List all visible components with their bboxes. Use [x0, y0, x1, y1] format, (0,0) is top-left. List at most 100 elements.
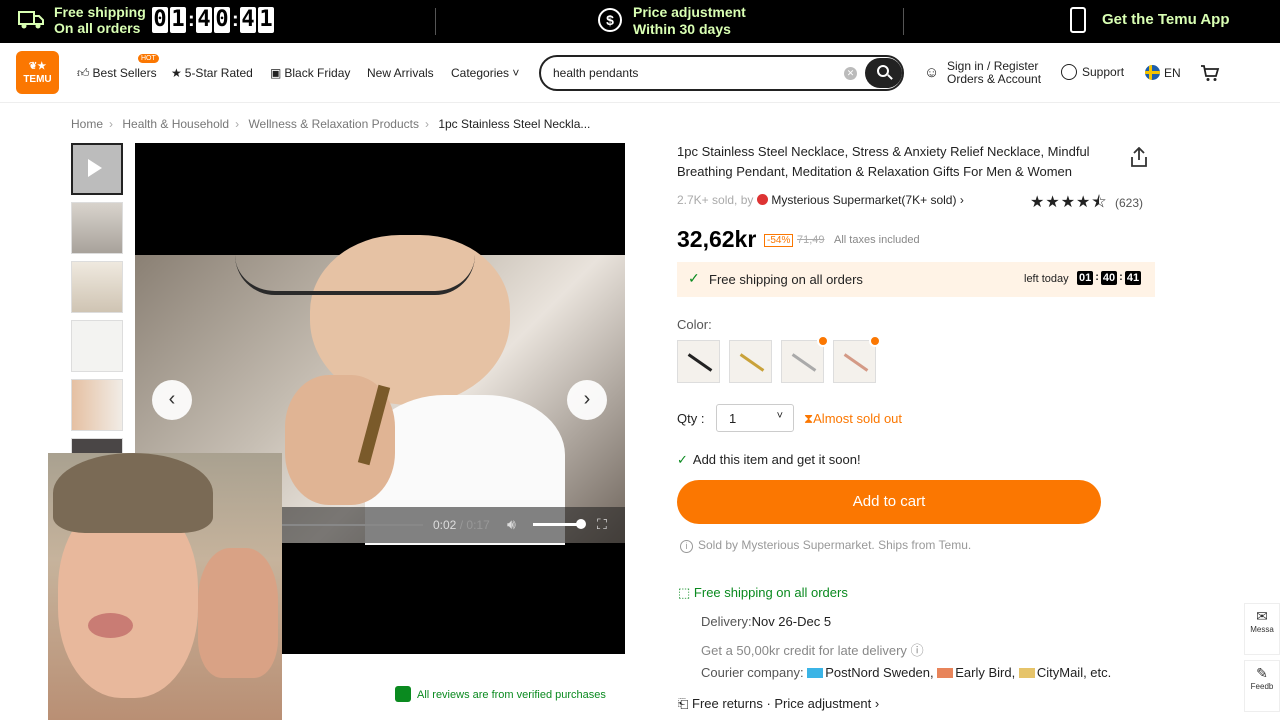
breadcrumb-current: 1pc Stainless Steel Neckla... — [438, 117, 591, 131]
search-input[interactable]: health pendants — [553, 66, 638, 80]
thumbs-up-icon: 👍︎ — [77, 66, 90, 80]
calendar-icon: ▣ — [270, 66, 282, 80]
low-stock-badge — [869, 335, 881, 347]
free-shipping-link[interactable]: ⬚ Free shipping on all orders — [678, 585, 848, 601]
low-stock-badge — [817, 335, 829, 347]
timer-digit: 0 — [214, 7, 230, 33]
color-swatch-black[interactable] — [677, 340, 720, 383]
divider — [435, 8, 436, 35]
verified-reviews-badge: All reviews are from verified purchases — [395, 686, 606, 702]
temu-logo[interactable]: ❦★ TEMU — [16, 51, 59, 94]
search-bar[interactable]: health pendants ✕ — [539, 55, 904, 91]
fullscreen-icon[interactable]: ⛶ — [597, 516, 607, 533]
breadcrumb: Home › Health & Household › Wellness & Rel… — [71, 117, 591, 131]
discount-badge: -54% — [764, 234, 794, 247]
thumbnail[interactable] — [71, 320, 123, 372]
color-swatch-gold[interactable] — [729, 340, 772, 383]
add-to-cart-button[interactable]: Add to cart — [677, 480, 1101, 524]
sold-by-note: i Sold by Mysterious Supermarket. Ships f… — [680, 538, 971, 553]
qty-label: Qty : — [677, 411, 705, 426]
chevron-down-icon: ˅ — [776, 410, 783, 422]
timer-digit: 0 — [152, 7, 168, 33]
nav-best-sellers[interactable]: 👍︎ Best Sellers — [77, 66, 157, 81]
free-shipping-banner: ✓ Free shipping on all orders left today… — [677, 262, 1155, 297]
free-returns-link[interactable]: ⎗ Free returns · Price adjustment › — [678, 696, 879, 712]
sweden-flag-icon — [1145, 65, 1160, 80]
citymail-icon — [1018, 668, 1035, 678]
breadcrumb-home[interactable]: Home — [71, 117, 103, 131]
shield-icon — [395, 686, 411, 702]
original-price: 71,49 — [797, 234, 825, 246]
price: 32,62kr — [677, 226, 757, 252]
postnord-icon — [807, 668, 824, 678]
timer-digit: 4 — [240, 7, 256, 33]
hot-badge: HOT — [138, 54, 159, 63]
share-icon[interactable] — [1130, 147, 1148, 167]
message-button[interactable]: ✉ Messa — [1244, 603, 1280, 655]
support-icon — [1061, 64, 1077, 80]
webcam-overlay — [48, 453, 282, 720]
store-link[interactable]: Mysterious Supermarket(7K+ sold) — [771, 193, 956, 207]
message-icon: ✉ — [1256, 608, 1268, 624]
volume-slider[interactable] — [533, 523, 581, 526]
video-time: 0:02 / 0:17 — [433, 518, 490, 532]
quantity-select[interactable]: 1 ˅ — [716, 404, 794, 432]
earlybird-icon — [937, 668, 954, 678]
almost-sold-out: ⧗Almost sold out — [804, 411, 903, 426]
thumbnail[interactable] — [71, 379, 123, 431]
main-nav: ❦★ TEMU 👍︎ Best Sellers HOT ★ 5-Star Rated … — [0, 43, 1280, 103]
color-swatch-silver[interactable] — [781, 335, 829, 383]
store-icon — [757, 194, 769, 205]
next-arrow-icon[interactable]: › — [567, 380, 607, 420]
countdown-timer-small: 01: 40: 41 — [1077, 271, 1142, 285]
chevron-down-icon: ˅ — [512, 66, 520, 80]
dollar-icon: $ — [598, 8, 622, 32]
language-selector[interactable]: EN — [1145, 65, 1181, 80]
return-icon: ⎗ — [678, 696, 689, 711]
timer-digit: 4 — [196, 7, 212, 33]
product-title: 1pc Stainless Steel Necklace, Stress & A… — [677, 144, 1090, 179]
support-link[interactable]: Support — [1061, 64, 1124, 80]
add-soon-note: ✓ Add this item and get it soon! — [677, 452, 861, 467]
person-icon: ☺ — [924, 64, 940, 81]
color-swatch-rose-gold[interactable] — [833, 335, 881, 383]
feedback-icon: ✎ — [1256, 665, 1268, 681]
breadcrumb-health[interactable]: Health & Household — [122, 117, 229, 131]
thumbnail[interactable] — [71, 261, 123, 313]
volume-handle[interactable] — [576, 519, 586, 529]
hourglass-icon: ⧗ — [804, 411, 814, 426]
late-delivery-credit[interactable]: Get a 50,00kr credit for late delivery ⓘ — [701, 640, 924, 659]
cart-icon[interactable] — [1200, 64, 1220, 82]
breadcrumb-wellness[interactable]: Wellness & Relaxation Products — [248, 117, 419, 131]
free-shipping-promo: Free shipping On all orders — [54, 4, 146, 36]
delivery-info: Delivery:Nov 26-Dec 5 — [701, 614, 832, 629]
nav-five-star[interactable]: ★ 5-Star Rated — [171, 66, 253, 80]
nav-black-friday[interactable]: ▣ Black Friday — [270, 66, 350, 80]
promo-bar: Free shipping On all orders 0 1 : 4 0 : … — [0, 0, 1280, 43]
feedback-button[interactable]: ✎ Feedb — [1244, 660, 1280, 712]
divider — [903, 8, 904, 35]
timer-digit: 1 — [258, 7, 274, 33]
countdown-timer: 0 1 : 4 0 : 4 1 — [152, 7, 274, 33]
color-label: Color: — [677, 317, 712, 332]
checkmark-icon: ✓ — [677, 452, 688, 467]
nav-categories[interactable]: Categories ˅ — [451, 66, 519, 80]
review-count: (623) — [1114, 196, 1143, 210]
previous-arrow-icon[interactable]: ‹ — [152, 380, 192, 420]
thumbnail-list — [71, 143, 123, 497]
volume-icon[interactable]: 🔊︎ — [507, 516, 516, 533]
checkmark-icon: ✓ — [688, 270, 700, 286]
info-icon: ⓘ — [910, 643, 924, 658]
rating-stars[interactable]: ★★★★⯪ (623) — [1030, 191, 1143, 218]
search-button[interactable] — [865, 58, 902, 88]
phone-icon — [1070, 7, 1086, 33]
thumbnail-video[interactable] — [71, 143, 123, 195]
courier-info: Courier company: PostNord Sweden, Early … — [701, 665, 1112, 680]
nav-new-arrivals[interactable]: New Arrivals — [367, 66, 434, 80]
star-icon: ★ — [171, 66, 182, 80]
truck-icon: ⬚ — [678, 585, 691, 600]
clear-search-icon[interactable]: ✕ — [844, 67, 857, 80]
thumbnail[interactable] — [71, 202, 123, 254]
sales-info: 2.7K+ sold, by Mysterious Supermarket(7K+… — [677, 193, 964, 207]
color-swatches — [677, 335, 881, 383]
